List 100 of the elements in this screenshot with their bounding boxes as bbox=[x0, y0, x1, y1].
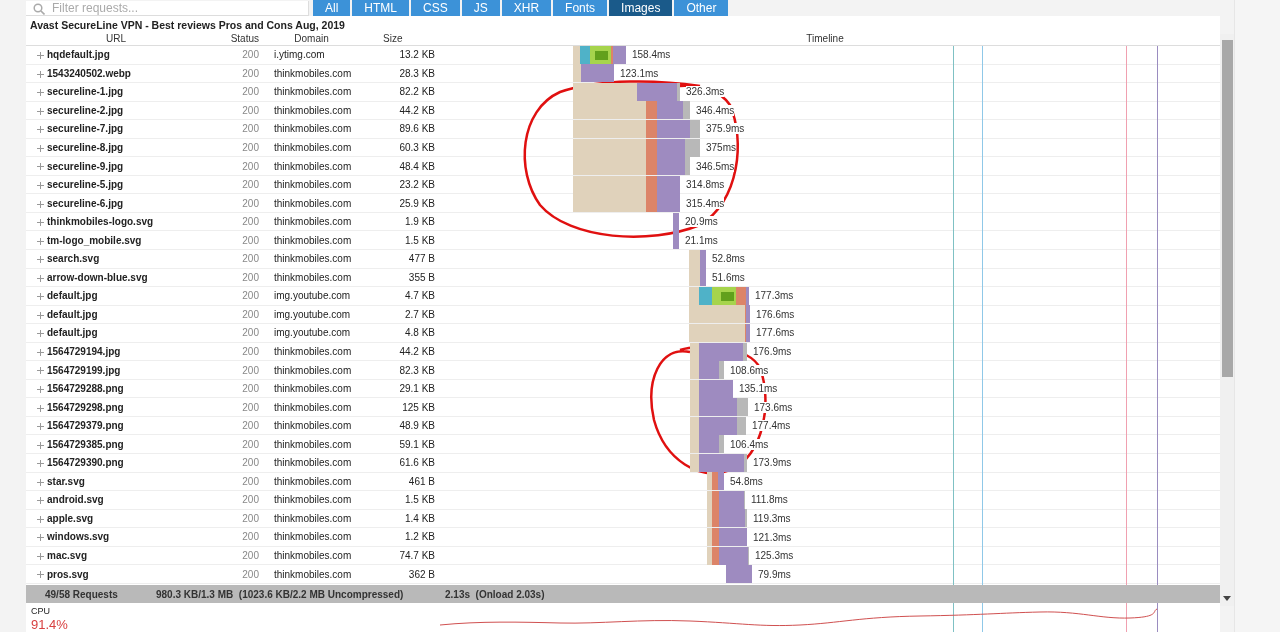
expand-icon[interactable] bbox=[37, 404, 44, 412]
transfer-size: 980.3 KB/1.3 MB (1023.6 KB/2.2 MB Uncompressed) bbox=[156, 588, 405, 600]
expand-icon[interactable] bbox=[37, 256, 44, 264]
expand-icon[interactable] bbox=[37, 237, 44, 245]
request-size: 1.4 KB bbox=[404, 512, 435, 524]
request-size: 89.6 KB bbox=[399, 123, 435, 135]
request-size: 1.2 KB bbox=[404, 531, 435, 543]
filter-tab[interactable]: CSS bbox=[411, 0, 460, 16]
expand-icon[interactable] bbox=[37, 107, 44, 115]
scroll-down-icon[interactable] bbox=[1223, 596, 1231, 601]
request-domain: thinkmobiles.com bbox=[274, 216, 352, 228]
timing-label: 51.6ms bbox=[712, 271, 745, 283]
request-size: 362 B bbox=[408, 568, 435, 580]
request-url: star.svg bbox=[47, 475, 85, 487]
expand-icon[interactable] bbox=[37, 52, 44, 60]
status-code: 200 bbox=[242, 308, 259, 320]
request-domain: thinkmobiles.com bbox=[274, 512, 352, 524]
expand-icon[interactable] bbox=[37, 89, 44, 97]
status-code: 200 bbox=[242, 197, 259, 209]
status-code: 200 bbox=[242, 494, 259, 506]
timing-label: 346.5ms bbox=[696, 160, 735, 172]
timing-bar bbox=[689, 249, 706, 268]
expand-icon[interactable] bbox=[37, 478, 44, 486]
request-domain: thinkmobiles.com bbox=[274, 142, 352, 153]
expand-icon[interactable] bbox=[37, 293, 44, 301]
request-size: 23.2 KB bbox=[399, 179, 435, 191]
expand-icon[interactable] bbox=[37, 441, 44, 449]
request-size: 82.2 KB bbox=[399, 86, 435, 98]
filter-field[interactable]: Filter requests... bbox=[26, 1, 309, 16]
request-domain: thinkmobiles.com bbox=[274, 67, 352, 79]
cpu-value: 91.4% bbox=[31, 617, 69, 632]
request-url: tm-logo_mobile.svg bbox=[47, 234, 142, 246]
timing-label: 314.8ms bbox=[686, 179, 725, 191]
request-domain: thinkmobiles.com bbox=[274, 550, 352, 562]
expand-icon[interactable] bbox=[37, 460, 44, 468]
timing-label: 111.8ms bbox=[751, 494, 788, 506]
request-domain: i.ytimg.com bbox=[274, 49, 325, 61]
expand-icon[interactable] bbox=[37, 330, 44, 338]
request-url: 1564729390.png bbox=[47, 457, 124, 469]
request-domain: thinkmobiles.com bbox=[274, 179, 352, 191]
request-count: 49/58 Requests bbox=[45, 588, 119, 600]
expand-icon[interactable] bbox=[37, 200, 44, 208]
expand-icon[interactable] bbox=[37, 423, 44, 431]
expand-icon[interactable] bbox=[37, 163, 44, 171]
expand-icon[interactable] bbox=[37, 515, 44, 523]
timing-label: 121.3ms bbox=[753, 531, 792, 543]
timing-label: 106.4ms bbox=[730, 438, 769, 450]
status-code: 200 bbox=[242, 401, 259, 413]
request-size: 4.8 KB bbox=[404, 327, 435, 339]
request-domain: thinkmobiles.com bbox=[274, 457, 352, 469]
filter-tab[interactable]: All bbox=[313, 0, 351, 16]
filter-tab[interactable]: JS bbox=[461, 0, 500, 16]
expand-icon[interactable] bbox=[37, 181, 44, 189]
page-title: Avast SecureLine VPN - Best reviews Pros and Cons Aug, 2019 bbox=[29, 18, 346, 32]
timing-label: 177.4ms bbox=[752, 420, 791, 432]
column-header[interactable]: URL bbox=[106, 33, 126, 44]
column-header[interactable]: Timeline bbox=[806, 33, 844, 44]
filter-tab[interactable]: XHR bbox=[501, 0, 552, 16]
status-code: 200 bbox=[242, 123, 259, 135]
request-size: 355 B bbox=[408, 271, 435, 283]
request-size: 1.5 KB bbox=[404, 494, 435, 506]
request-size: 4.7 KB bbox=[404, 290, 435, 302]
request-url: secureline-2.jpg bbox=[47, 104, 124, 116]
column-header[interactable]: Status bbox=[230, 33, 259, 44]
status-code: 200 bbox=[242, 234, 259, 246]
request-url: secureline-7.jpg bbox=[47, 123, 124, 135]
request-domain: thinkmobiles.com bbox=[274, 104, 352, 116]
request-size: 461 B bbox=[408, 475, 435, 487]
cpu-label: CPU bbox=[31, 606, 51, 616]
expand-icon[interactable] bbox=[37, 571, 44, 579]
expand-icon[interactable] bbox=[37, 311, 44, 319]
filter-tab[interactable]: Other bbox=[674, 0, 729, 16]
expand-icon[interactable] bbox=[37, 367, 44, 375]
status-code: 200 bbox=[242, 216, 259, 228]
scrollbar-thumb[interactable] bbox=[1221, 40, 1233, 377]
expand-icon[interactable] bbox=[37, 70, 44, 78]
column-header[interactable]: Domain bbox=[294, 33, 329, 44]
request-url: hqdefault.jpg bbox=[47, 49, 110, 61]
expand-icon[interactable] bbox=[37, 385, 44, 393]
expand-icon[interactable] bbox=[37, 348, 44, 356]
request-size: 44.2 KB bbox=[399, 346, 435, 357]
filter-tab[interactable]: HTML bbox=[352, 0, 409, 16]
expand-icon[interactable] bbox=[37, 274, 44, 282]
filter-tab[interactable]: Images bbox=[609, 0, 673, 16]
request-size: 74.7 KB bbox=[399, 550, 435, 562]
request-size: 29.1 KB bbox=[399, 383, 435, 395]
expand-icon[interactable] bbox=[37, 126, 44, 134]
status-code: 200 bbox=[242, 290, 259, 302]
expand-icon[interactable] bbox=[37, 219, 44, 227]
expand-icon[interactable] bbox=[37, 497, 44, 505]
status-code: 200 bbox=[242, 383, 259, 395]
status-code: 200 bbox=[242, 327, 259, 339]
expand-icon[interactable] bbox=[37, 552, 44, 560]
expand-icon[interactable] bbox=[37, 144, 44, 152]
filter-tab[interactable]: Fonts bbox=[553, 0, 608, 16]
column-header[interactable]: Size bbox=[383, 33, 403, 44]
status-code: 200 bbox=[242, 420, 259, 432]
expand-icon[interactable] bbox=[37, 534, 44, 542]
timing-label: 346.4ms bbox=[696, 104, 735, 116]
timing-label: 176.9ms bbox=[753, 346, 792, 358]
